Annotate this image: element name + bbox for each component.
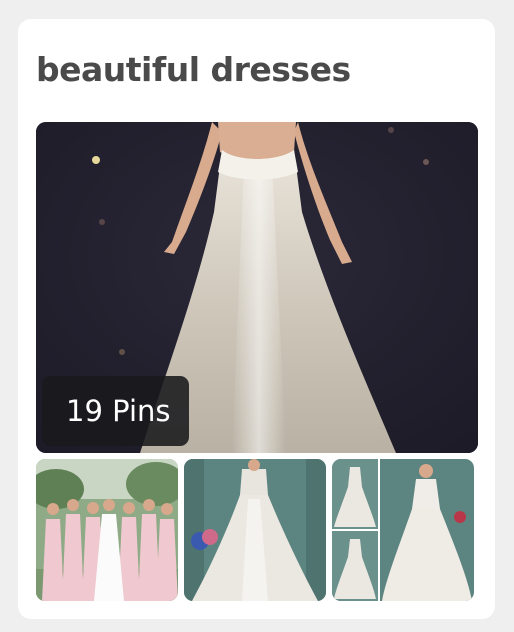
board-card[interactable]: beautiful dresses 19 Pins (18, 19, 495, 619)
board-thumbnail-1[interactable] (36, 459, 178, 601)
board-thumbnail-2[interactable] (184, 459, 326, 601)
board-title[interactable]: beautiful dresses (36, 47, 351, 93)
board-cover-image[interactable]: 19 Pins (36, 122, 478, 453)
pin-count-badge: 19 Pins (42, 376, 189, 446)
board-thumbnail-3[interactable] (332, 459, 474, 601)
